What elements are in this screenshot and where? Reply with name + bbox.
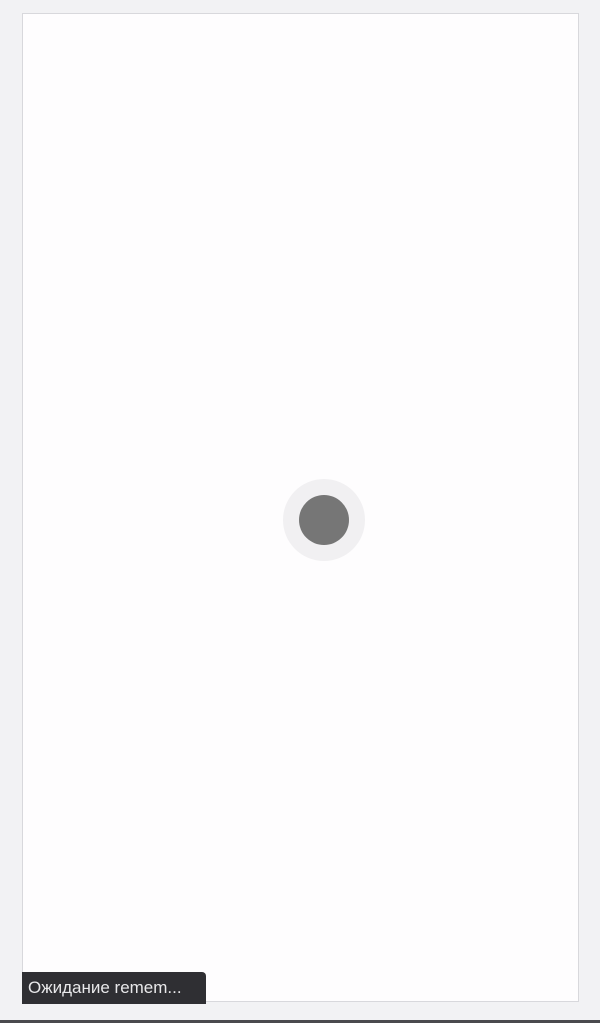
loading-spinner-icon — [283, 479, 365, 561]
status-bar: Ожидание remem... — [22, 972, 206, 1004]
page-viewport — [22, 13, 579, 1002]
loading-spinner-dot — [299, 495, 349, 545]
